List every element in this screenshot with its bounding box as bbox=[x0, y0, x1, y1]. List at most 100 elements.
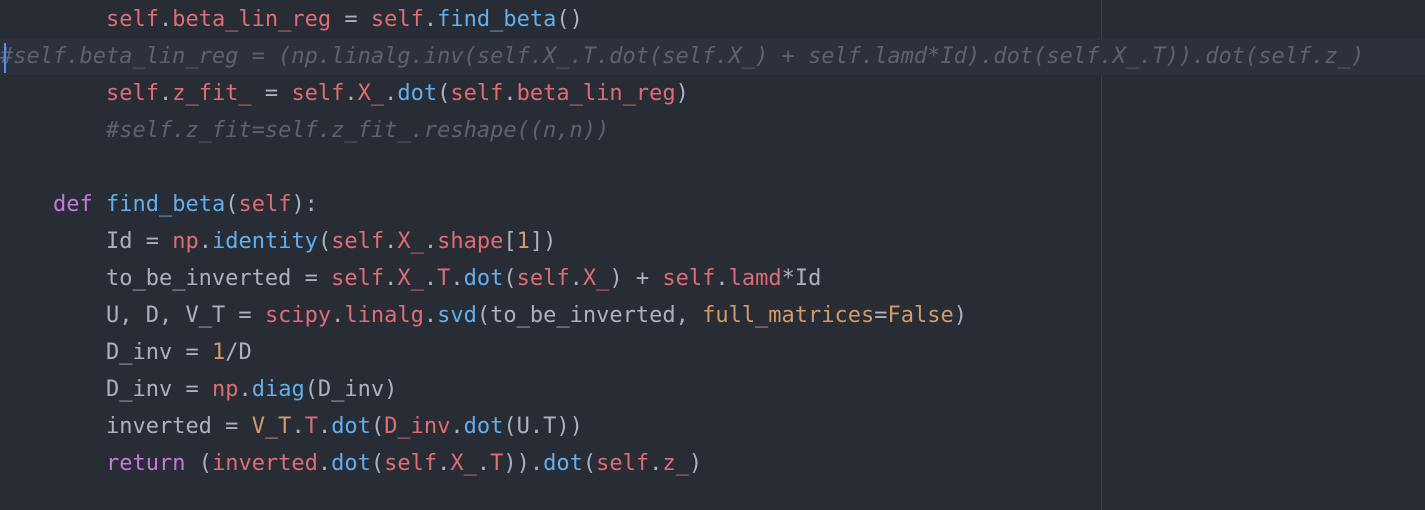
code-editor[interactable]: self.beta_lin_reg = self.find_beta() #sel… bbox=[0, 0, 1425, 510]
code-token: ( bbox=[370, 414, 385, 439]
code-token: self bbox=[105, 7, 159, 32]
code-token: identity bbox=[211, 229, 318, 254]
code-token: /D bbox=[225, 340, 252, 365]
code-token: . bbox=[317, 451, 332, 476]
code-token: dot bbox=[331, 414, 371, 439]
code-token: self bbox=[238, 192, 292, 217]
code-token: D_inv bbox=[105, 340, 173, 365]
code-token: 1 bbox=[211, 340, 226, 365]
code-line[interactable]: def find_beta(self): bbox=[0, 186, 1425, 223]
code-line[interactable]: Id = np.identity(self.X_.shape[1]) bbox=[0, 223, 1425, 260]
code-token: False bbox=[887, 303, 954, 328]
code-token: T bbox=[304, 414, 318, 439]
code-token: ( bbox=[582, 451, 597, 476]
code-token: () bbox=[556, 7, 583, 32]
code-line[interactable]: self.z_fit_ = self.X_.dot(self.beta_lin_… bbox=[0, 75, 1425, 112]
code-token: D_inv bbox=[384, 414, 451, 439]
code-line[interactable]: inverted = V_T.T.dot(D_inv.dot(U.T)) bbox=[0, 408, 1425, 445]
code-token: shape bbox=[437, 229, 504, 254]
active-line-marker bbox=[4, 43, 6, 73]
code-token: self bbox=[105, 81, 159, 106]
code-token: )). bbox=[503, 451, 544, 476]
code-token: (U.T)) bbox=[503, 414, 583, 439]
code-token: #self.z_fit=self.z_fit_.reshape((n,n)) bbox=[105, 118, 610, 143]
code-line[interactable]: return (inverted.dot(self.X_.T)).dot(sel… bbox=[0, 445, 1425, 482]
code-token: . bbox=[384, 81, 398, 106]
code-token: z_ bbox=[662, 451, 689, 476]
code-line[interactable]: D_inv = 1/D bbox=[0, 334, 1425, 371]
code-token: self bbox=[516, 266, 570, 291]
code-token: X_ bbox=[582, 266, 610, 291]
code-token: np bbox=[211, 377, 239, 402]
code-token: U, D, V_T bbox=[105, 303, 226, 328]
code-token: diag bbox=[251, 377, 305, 402]
code-token: . bbox=[384, 229, 398, 254]
code-token: ) bbox=[953, 303, 967, 328]
code-token: find_beta bbox=[105, 192, 226, 217]
code-token: #self.beta_lin_reg = (np.linalg.inv(self… bbox=[0, 44, 1365, 69]
code-token: svd bbox=[437, 303, 477, 328]
code-token: T bbox=[490, 451, 504, 476]
code-token: . bbox=[450, 266, 464, 291]
code-token: ( bbox=[503, 266, 517, 291]
code-token: . bbox=[423, 229, 438, 254]
code-token: [ bbox=[503, 229, 517, 254]
code-token: (to_be_inverted, bbox=[476, 303, 703, 328]
code-token: ( bbox=[185, 451, 212, 476]
code-token: X_ bbox=[397, 229, 424, 254]
code-token: dot bbox=[463, 266, 504, 291]
code-token: = bbox=[172, 340, 212, 365]
code-token: *Id bbox=[781, 266, 822, 291]
code-line[interactable]: D_inv = np.diag(D_inv) bbox=[0, 371, 1425, 408]
code-token: X_ bbox=[357, 81, 385, 106]
code-token: . bbox=[450, 414, 464, 439]
code-line[interactable] bbox=[0, 149, 1425, 186]
code-line[interactable]: self.beta_lin_reg = self.find_beta() bbox=[0, 1, 1425, 38]
code-line[interactable]: U, D, V_T = scipy.linalg.svd(to_be_inver… bbox=[0, 297, 1425, 334]
code-token: ( bbox=[370, 451, 385, 476]
code-token: dot bbox=[463, 414, 504, 439]
code-token: to_be_inverted bbox=[105, 266, 292, 291]
code-token: find_beta bbox=[437, 7, 557, 32]
code-token: = bbox=[331, 7, 371, 32]
code-token: = bbox=[172, 377, 212, 402]
code-token: . bbox=[198, 229, 212, 254]
code-token: ): bbox=[291, 192, 318, 217]
code-token: beta_lin_reg bbox=[516, 81, 676, 106]
code-token: . bbox=[384, 266, 398, 291]
code-token: X_ bbox=[397, 266, 424, 291]
code-token: . bbox=[503, 81, 517, 106]
code-line[interactable]: #self.beta_lin_reg = (np.linalg.inv(self… bbox=[0, 38, 1425, 75]
code-token: self bbox=[596, 451, 650, 476]
code-token: dot bbox=[397, 81, 438, 106]
code-token: . bbox=[344, 81, 358, 106]
code-token: . bbox=[649, 451, 663, 476]
code-token: = bbox=[291, 266, 332, 291]
code-token: . bbox=[317, 414, 332, 439]
code-token: = bbox=[874, 303, 888, 328]
code-token: self bbox=[662, 266, 716, 291]
code-token: dot bbox=[543, 451, 583, 476]
code-token: = bbox=[225, 303, 265, 328]
code-line[interactable]: #self.z_fit=self.z_fit_.reshape((n,n)) bbox=[0, 112, 1425, 149]
code-token: linalg bbox=[344, 303, 424, 328]
code-token: = bbox=[132, 229, 173, 254]
code-token: Id bbox=[105, 229, 133, 254]
code-token: dot bbox=[331, 451, 371, 476]
code-token: . bbox=[158, 7, 173, 32]
code-token: . bbox=[331, 303, 345, 328]
code-token: ]) bbox=[529, 229, 557, 254]
code-token: lamd bbox=[728, 266, 782, 291]
code-token: self bbox=[331, 229, 385, 254]
code-line[interactable]: to_be_inverted = self.X_.T.dot(self.X_) … bbox=[0, 260, 1425, 297]
